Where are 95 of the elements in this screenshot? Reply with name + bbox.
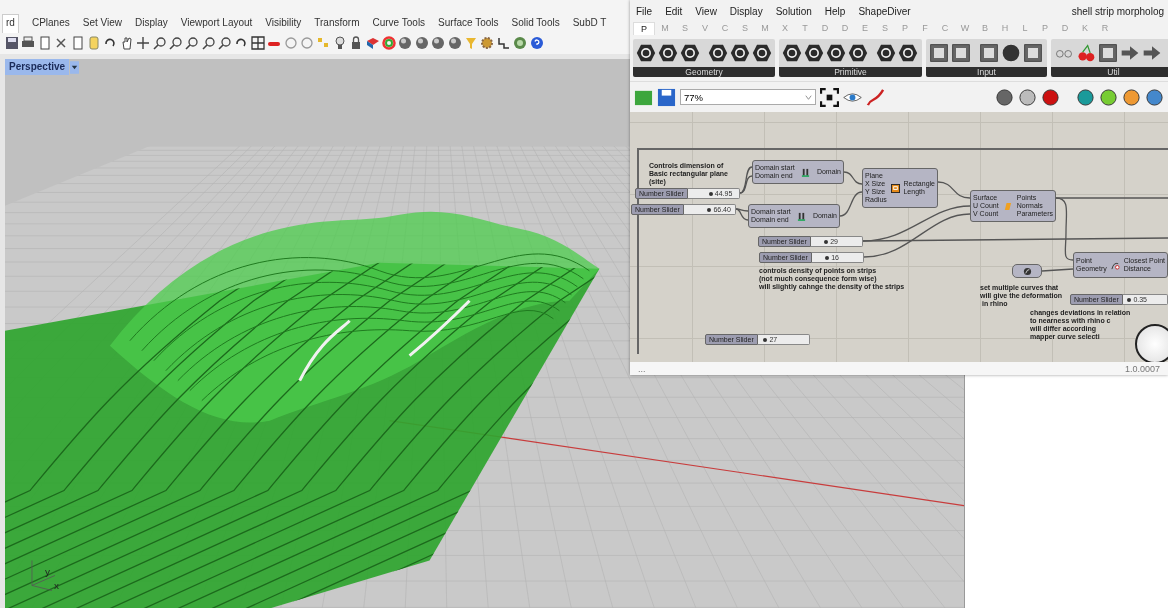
axis-label: y — [44, 566, 50, 578]
square-tile-icon[interactable] — [1023, 43, 1043, 63]
slider-thumb[interactable] — [707, 207, 712, 212]
viewport-title[interactable]: Perspective — [5, 59, 70, 76]
panel-label: Primitive — [779, 67, 922, 77]
preview-mode-icon[interactable] — [1041, 87, 1060, 107]
grid-surface-icon — [1003, 201, 1013, 211]
move-icon[interactable] — [136, 36, 151, 51]
slider-thumb[interactable] — [825, 255, 830, 260]
magnifier-icon[interactable] — [218, 36, 233, 51]
menu-item[interactable]: ShapeDiver — [858, 5, 911, 17]
rectangle-icon — [890, 183, 900, 193]
ribbon-tab[interactable]: rd — [2, 14, 19, 33]
menu-item[interactable]: Help — [824, 5, 846, 17]
help-icon[interactable] — [529, 36, 544, 51]
menu-item[interactable]: View — [695, 5, 717, 17]
ribbon-tab[interactable]: Set View — [82, 14, 122, 33]
slider-thumb[interactable] — [1127, 297, 1132, 302]
wire — [937, 181, 971, 199]
hexagon-icon[interactable] — [782, 43, 802, 63]
box-icon[interactable] — [365, 36, 380, 51]
preview-mode-icon[interactable] — [1099, 87, 1118, 107]
hexagon-icon[interactable] — [826, 43, 846, 63]
gear-icon[interactable] — [480, 36, 495, 51]
preview-mode-icon[interactable] — [995, 87, 1014, 107]
panel-label: Geometry — [633, 67, 775, 77]
menu-item[interactable]: File — [636, 5, 653, 17]
status-menu[interactable]: ... — [638, 363, 646, 374]
hexagon-icon[interactable] — [658, 43, 678, 63]
wheel-icon[interactable] — [382, 36, 396, 51]
hexagon-icon[interactable] — [876, 43, 896, 63]
window-title: shell strip morpholog — [1071, 5, 1165, 17]
axis-icon — [31, 559, 56, 591]
sphere-icon[interactable] — [431, 36, 446, 51]
zoom-extents-icon[interactable] — [820, 87, 839, 107]
ribbon-tab[interactable]: Solid Tools — [511, 14, 560, 33]
magnifier-icon[interactable] — [201, 36, 216, 51]
hexagon-icon[interactable] — [680, 43, 700, 63]
slider-thumb[interactable] — [763, 337, 768, 342]
square-tile-icon[interactable] — [951, 43, 971, 63]
preview-mode-icon[interactable] — [1145, 87, 1164, 107]
ribbon-tab[interactable]: Surface Tools — [438, 14, 499, 33]
square-tile-icon[interactable] — [1098, 43, 1118, 63]
dropdown-caret-icon[interactable] — [70, 59, 80, 75]
panel-label: Util — [1051, 67, 1168, 77]
hexagon-icon[interactable] — [636, 43, 656, 63]
hexagon-icon[interactable] — [708, 43, 728, 63]
radial-menu-widget[interactable] — [1135, 324, 1168, 362]
domain-icon — [801, 167, 811, 177]
hexagon-icon[interactable] — [752, 43, 772, 63]
cherry-icon[interactable] — [1076, 43, 1096, 63]
preview-mode-icon[interactable] — [1122, 87, 1141, 107]
magnifier-icon[interactable] — [152, 36, 167, 51]
slider-thumb[interactable] — [824, 239, 829, 244]
preview-mode-icon[interactable] — [1018, 87, 1037, 107]
ribbon-tab[interactable]: Transform — [314, 14, 360, 33]
pen-sketch-icon[interactable] — [866, 87, 885, 107]
ribbon-tab[interactable]: Viewport Layout — [180, 14, 253, 33]
component-tab[interactable]: P — [633, 22, 655, 35]
sphere-icon[interactable] — [447, 36, 462, 51]
domain-icon — [797, 211, 807, 221]
curve-icon — [1022, 266, 1032, 276]
ribbon-tab[interactable]: Display — [135, 14, 168, 33]
grid-icon[interactable] — [250, 36, 265, 51]
square-tile-icon[interactable] — [929, 43, 949, 63]
sphere-icon[interactable] — [414, 36, 429, 51]
magnifier-icon[interactable] — [168, 36, 183, 51]
menu-item[interactable]: Display — [729, 5, 763, 17]
slider-thumb[interactable] — [708, 191, 713, 196]
version-label: 1.0.0007 — [1124, 363, 1160, 374]
hexagon-icon[interactable] — [730, 43, 750, 63]
sphere-icon[interactable] — [398, 36, 413, 51]
ribbon-tab[interactable]: CPlanes — [31, 14, 70, 33]
ribbon-tab[interactable]: SubD T — [572, 14, 607, 33]
curve-param-component[interactable] — [1012, 264, 1042, 278]
hexagon-icon[interactable] — [804, 43, 824, 63]
ribbon-tab[interactable]: Visibility — [265, 14, 302, 33]
hand-icon[interactable] — [119, 36, 134, 51]
preview-mode-icon[interactable] — [1076, 87, 1095, 107]
floppy-icon[interactable] — [5, 36, 19, 51]
point-curve-icon — [1110, 260, 1120, 270]
wire — [843, 171, 863, 185]
square-tile-icon[interactable] — [979, 43, 999, 63]
ribbon-tab[interactable]: Curve Tools — [372, 14, 426, 33]
bulb-icon[interactable] — [332, 36, 347, 51]
axis-label: x — [53, 580, 59, 591]
magnifier-icon[interactable] — [185, 36, 200, 51]
hexagon-icon[interactable] — [898, 43, 918, 63]
menu-item[interactable]: Edit — [665, 5, 683, 17]
wire — [1041, 268, 1074, 272]
hexagon-icon[interactable] — [848, 43, 868, 63]
clipboard-icon[interactable] — [86, 36, 101, 51]
zoom-field[interactable]: 77% — [680, 89, 816, 105]
menu-item[interactable]: Solution — [775, 5, 812, 17]
panel-label: Input — [926, 67, 1047, 77]
